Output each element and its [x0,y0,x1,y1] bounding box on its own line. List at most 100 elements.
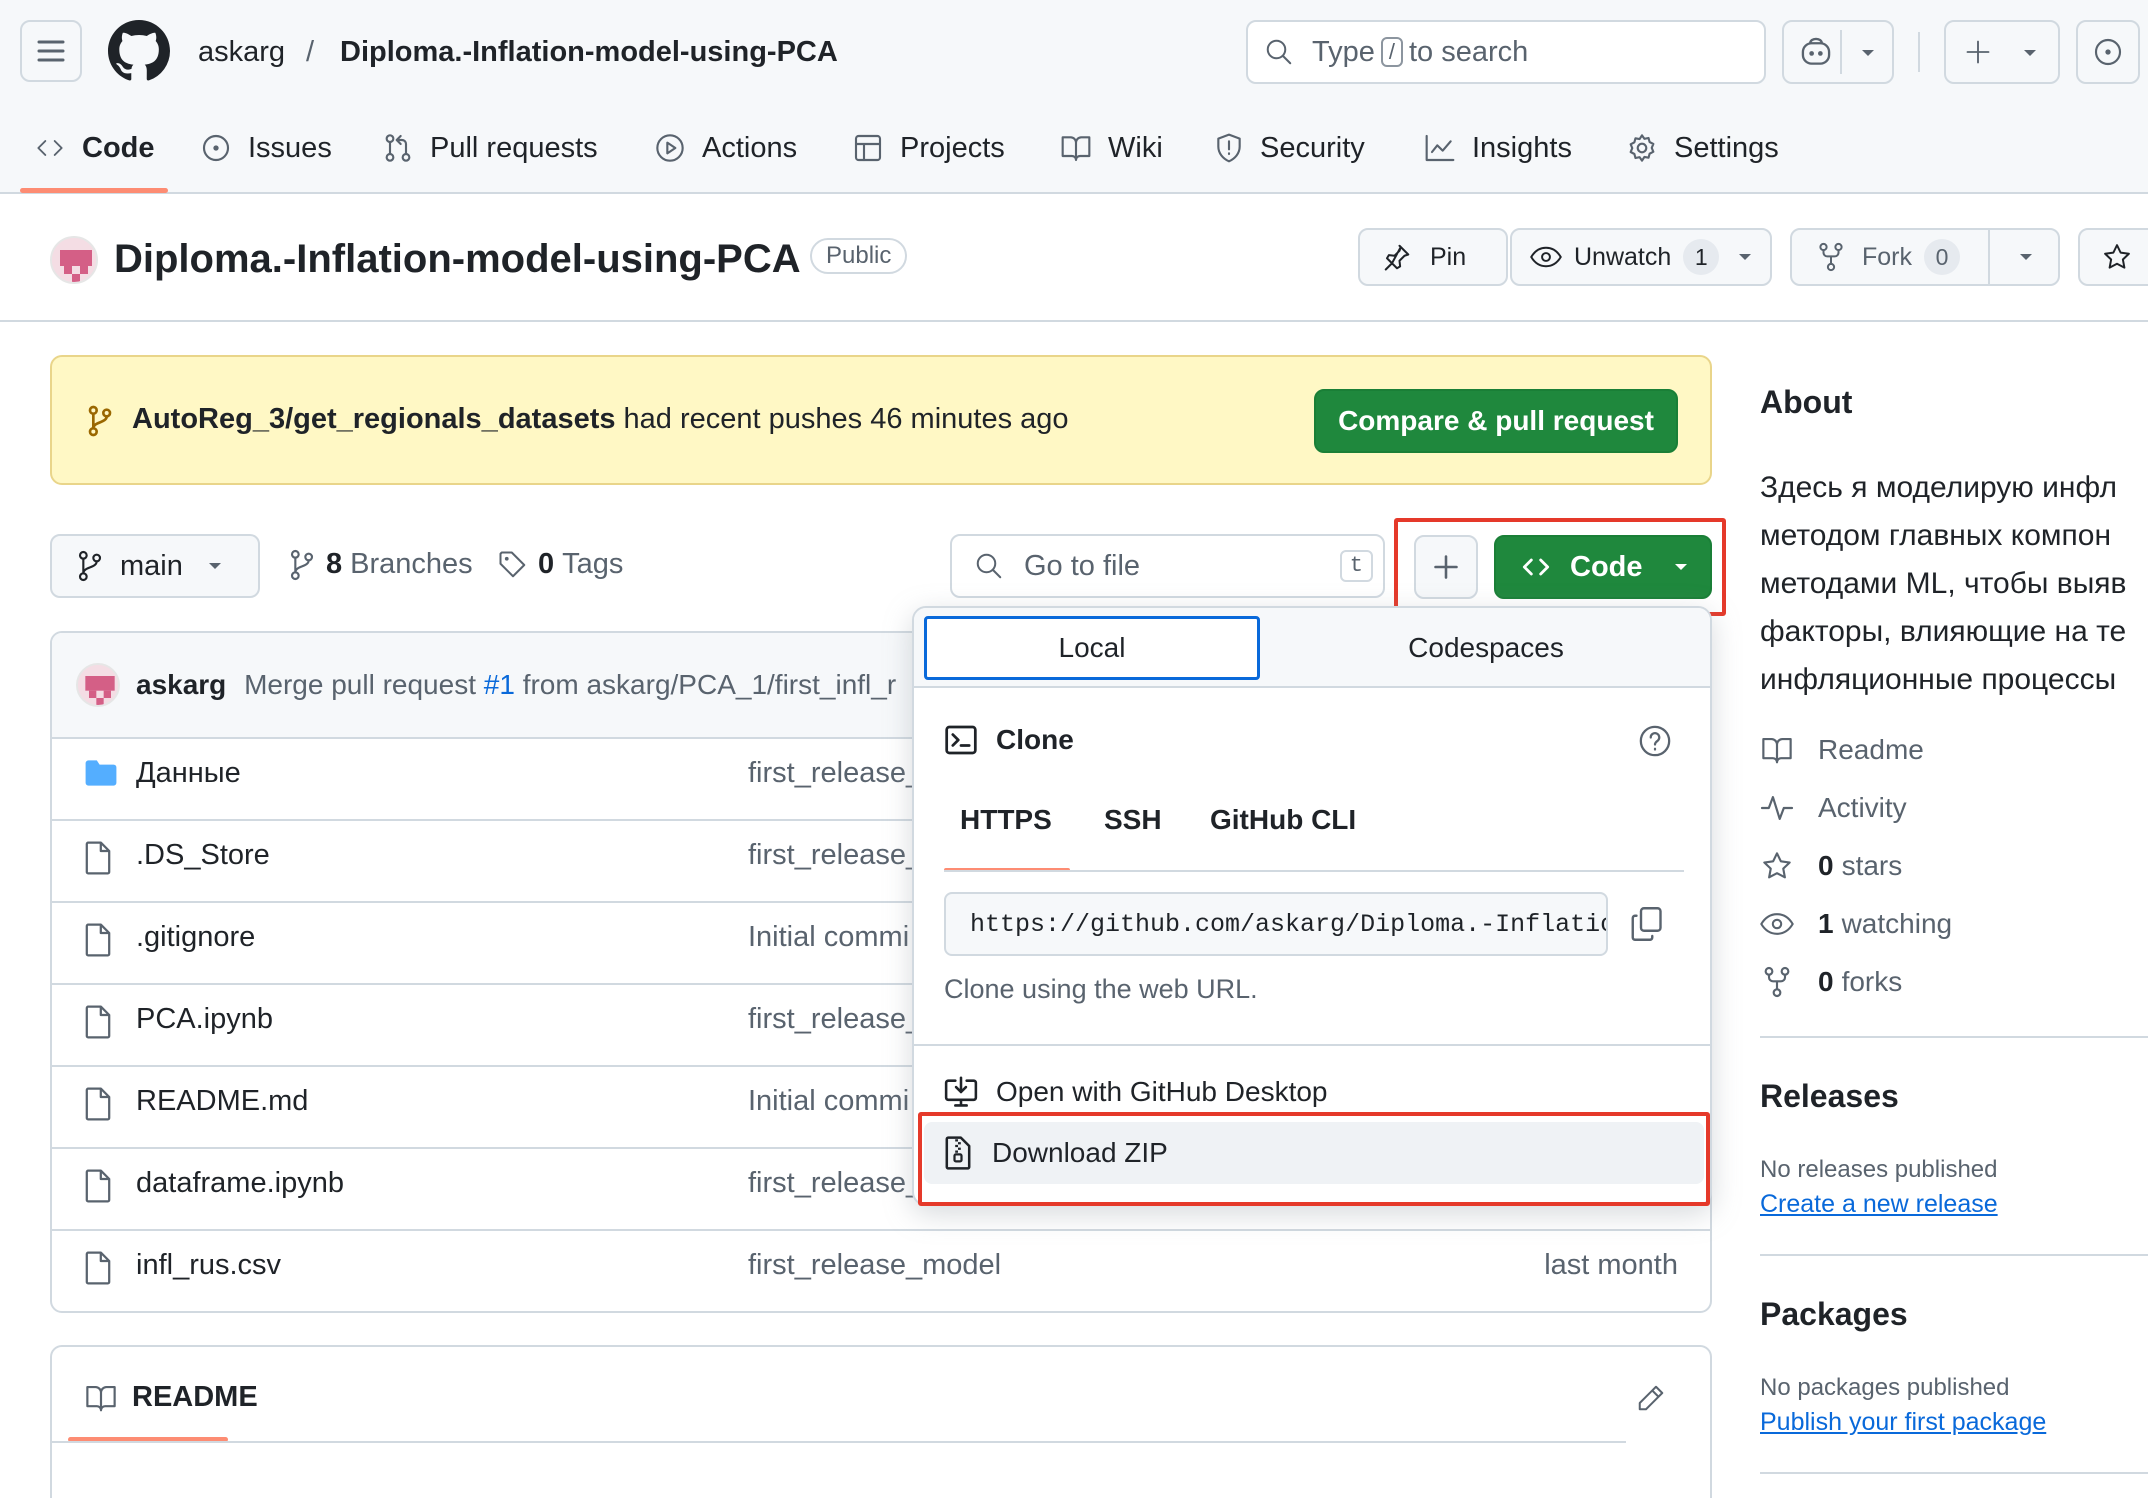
pin-button[interactable]: Pin [1358,228,1508,286]
highlight-box [1394,518,1726,616]
dropdown-divider [914,1044,1710,1046]
unwatch-button[interactable]: Unwatch 1 [1510,228,1772,286]
chevron-down-icon [1739,254,1752,260]
star-button[interactable] [2078,228,2148,286]
file-commit-message[interactable]: first_release_model [748,1249,1001,1282]
sidebar-activity-link[interactable]: Activity [1760,792,1907,824]
create-release-link[interactable]: Create a new release [1760,1190,1998,1219]
subtab-divider [944,870,1684,872]
file-name[interactable]: PCA.ipynb [136,1003,273,1036]
go-to-file-input[interactable]: Go to file t [950,534,1385,598]
search-shortcut-key: / [1380,37,1403,67]
dropdown-tabs: Local Codespaces [914,608,1710,688]
file-commit-message[interactable]: first_release_ [748,757,922,790]
tab-code[interactable]: Code [34,122,155,174]
create-new-button[interactable] [1944,20,2060,84]
tab-issues[interactable]: Issues [200,122,332,174]
description-line: методами ML, чтобы выяв [1760,567,2127,600]
pushed-branch-name[interactable]: AutoReg_3/get_regionals_datasets [132,403,615,435]
file-name[interactable]: Данные [136,757,241,790]
search-input[interactable]: Type / to search [1246,20,1766,84]
tab-actions[interactable]: Actions [654,122,797,174]
tab-label: Insights [1472,131,1572,164]
description-line: методом главных компон [1760,519,2112,552]
github-logo-icon[interactable] [108,20,170,82]
file-name[interactable]: dataframe.ipynb [136,1167,344,1200]
tab-wiki[interactable]: Wiki [1060,122,1163,174]
file-name[interactable]: README.md [136,1085,308,1118]
sidebar-divider [1760,1036,2148,1038]
description-line: Здесь я моделирую инфл [1760,471,2117,504]
file-commit-message[interactable]: first_release_ [748,839,922,872]
help-icon[interactable] [1638,724,1672,758]
issue-icon [202,134,230,162]
activity-link-label: Activity [1818,792,1907,823]
packages-title[interactable]: Packages [1760,1296,1908,1333]
visibility-badge: Public [810,238,908,274]
file-name[interactable]: infl_rus.csv [136,1249,281,1282]
copy-icon[interactable] [1630,906,1664,942]
clone-url-field[interactable]: https://github.com/askarg/Diploma.-Infla… [944,892,1608,956]
tab-settings[interactable]: Settings [1626,122,1779,174]
search-prefix: Type [1312,35,1375,68]
repo-title[interactable]: Diploma.-Inflation-model-using-PCA [114,234,801,284]
compare-pull-request-button[interactable]: Compare & pull request [1314,389,1678,453]
tab-projects[interactable]: Projects [852,122,1005,174]
open-desktop-item[interactable]: Open with GitHub Desktop [944,1076,1328,1108]
file-name[interactable]: .gitignore [136,921,255,954]
open-desktop-label: Open with GitHub Desktop [996,1076,1328,1107]
releases-title[interactable]: Releases [1760,1078,1899,1115]
plus-icon [1966,40,1990,64]
sidebar-readme-link[interactable]: Readme [1760,734,1924,766]
copilot-icon [1801,37,1831,65]
commit-author[interactable]: askarg [136,669,226,700]
commit-message-suffix[interactable]: from askarg/PCA_1/first_infl_r [523,669,896,700]
tab-codespaces[interactable]: Codespaces [1268,616,1704,680]
commit-message-prefix[interactable]: Merge pull request [244,669,476,700]
tag-icon [499,551,526,577]
file-icon [85,1251,111,1285]
file-commit-message[interactable]: Initial commi [748,1085,909,1118]
about-title: About [1760,384,1853,420]
tab-security[interactable]: Security [1214,122,1365,174]
fork-icon [1764,966,1790,998]
fork-button[interactable]: Fork 0 [1790,228,2060,286]
tab-label: Actions [702,131,798,164]
commit-pr-link[interactable]: #1 [484,669,515,700]
menu-button[interactable] [20,20,82,82]
fork-icon [1819,242,1843,272]
publish-package-link[interactable]: Publish your first package [1760,1408,2046,1437]
issues-button[interactable] [2076,20,2140,84]
clone-title: Clone [996,724,1074,755]
subtab-https[interactable]: HTTPS [960,804,1052,836]
file-commit-message[interactable]: first_release_ [748,1167,922,1200]
tab-label: Code [82,131,155,164]
tags-link[interactable]: 0 Tags [498,548,623,581]
global-header: askarg / Diploma.-Inflation-model-using-… [0,0,2148,194]
avatar[interactable] [76,663,120,707]
subtab-ssh[interactable]: SSH [1104,804,1162,836]
tab-pull-requests[interactable]: Pull requests [382,122,598,174]
avatar[interactable] [50,236,98,284]
sidebar-forks-link[interactable]: 0 forks [1760,966,1902,998]
subtab-github-cli[interactable]: GitHub CLI [1210,804,1356,836]
copilot-button[interactable] [1782,20,1894,84]
breadcrumb-repo[interactable]: Diploma.-Inflation-model-using-PCA [340,30,838,74]
tab-insights[interactable]: Insights [1424,122,1572,174]
search-suffix: to search [1409,35,1529,68]
file-commit-message[interactable]: first_release_ [748,1003,922,1036]
file-commit-message[interactable]: Initial commi [748,921,909,954]
breadcrumb-owner[interactable]: askarg [198,30,285,74]
branch-selector[interactable]: main [50,534,260,598]
file-name[interactable]: .DS_Store [136,839,270,872]
sidebar-watching-link[interactable]: 1 watching [1760,908,1952,940]
pencil-icon[interactable] [1636,1383,1666,1413]
stars-count: 0 [1818,850,1834,881]
branches-count: 8 [326,548,343,580]
tab-local[interactable]: Local [924,616,1260,680]
branches-link[interactable]: 8 Branches [290,548,473,581]
terminal-icon [945,725,977,755]
readme-title[interactable]: README [132,1381,258,1414]
file-row[interactable]: infl_rus.csv first_release_model last mo… [52,1231,1710,1311]
sidebar-stars-link[interactable]: 0 stars [1760,850,1902,882]
